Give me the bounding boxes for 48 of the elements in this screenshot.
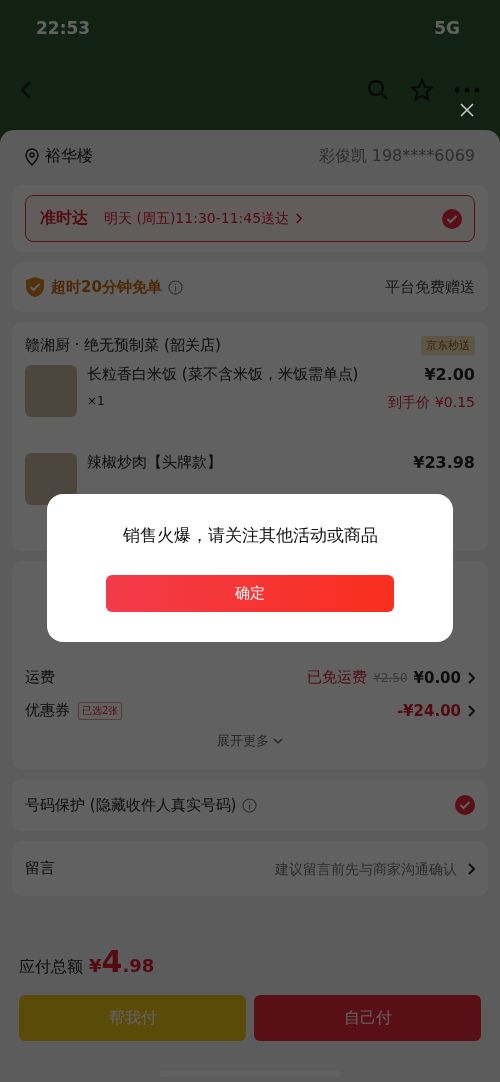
star-icon[interactable] [410,78,434,102]
guarantee-label: 超时20分钟免单 [51,277,162,297]
confirm-button[interactable]: 确定 [106,575,394,612]
final-price: 到手价 ¥0.15 [388,394,475,412]
total-label: 应付总额 [19,957,83,978]
network-label: 5G [434,18,460,38]
photo-placeholder [25,453,77,505]
fee-label: 运费 [25,668,55,687]
guarantee-note: 平台免费赠送 [385,277,475,297]
delivery-option[interactable]: 准时达 明天 (周五)11:30-11:45送达 [25,195,475,242]
address-text[interactable]: 裕华楼 [45,146,93,167]
info-icon[interactable] [242,797,258,813]
chevron-right-icon [467,704,475,717]
fee-label: 优惠券 [25,701,70,720]
pay-for-me-button[interactable]: 帮我付 [19,995,246,1041]
dialog-message: 销售火爆，请关注其他活动或商品 [122,524,378,547]
item-quantity: ×1 [87,394,105,410]
store-name[interactable]: 赣湘厨 · 绝无预制菜 (韶关店) [25,336,221,355]
search-icon[interactable] [366,78,390,102]
chevron-right-icon [467,862,475,875]
fee-value: -¥24.00 [396,701,461,720]
item-name: 辣椒炒肉【头牌款】 [87,453,222,472]
delivery-time: 明天 (周五)11:30-11:45送达 [104,209,290,228]
info-icon[interactable] [167,279,183,295]
chevron-right-icon [467,671,475,684]
pay-myself-button[interactable]: 自己付 [254,995,481,1041]
location-pin-icon [25,147,39,166]
photo-placeholder [25,365,77,417]
close-icon[interactable] [460,103,474,117]
back-icon[interactable] [20,80,32,100]
chevron-down-icon [273,737,283,745]
expand-more-link[interactable]: 展开更多 [211,731,289,751]
more-icon[interactable] [454,87,480,93]
status-time: 22:53 [36,18,91,38]
fee-note: 已免运费 [307,668,368,687]
fee-value: ¥0.00 [413,668,461,687]
privacy-label: 号码保护 (隐藏收件人真实号码) [25,795,237,815]
item-name: 长粒香白米饭 (菜不含米饭，米饭需单点) [87,365,359,384]
item-price: ¥23.98 [413,453,475,472]
coupon-tag: 已选2张 [78,701,123,720]
check-circle-icon[interactable] [442,208,462,229]
shield-check-icon [25,276,45,298]
check-circle-icon[interactable] [455,795,475,815]
chevron-right-icon [295,213,303,224]
item-price: ¥2.00 [424,365,475,384]
message-label: 留言 [25,859,55,878]
total-amount: ¥4.98 [89,944,155,979]
delivery-tag: 京东秒送 [421,336,475,355]
